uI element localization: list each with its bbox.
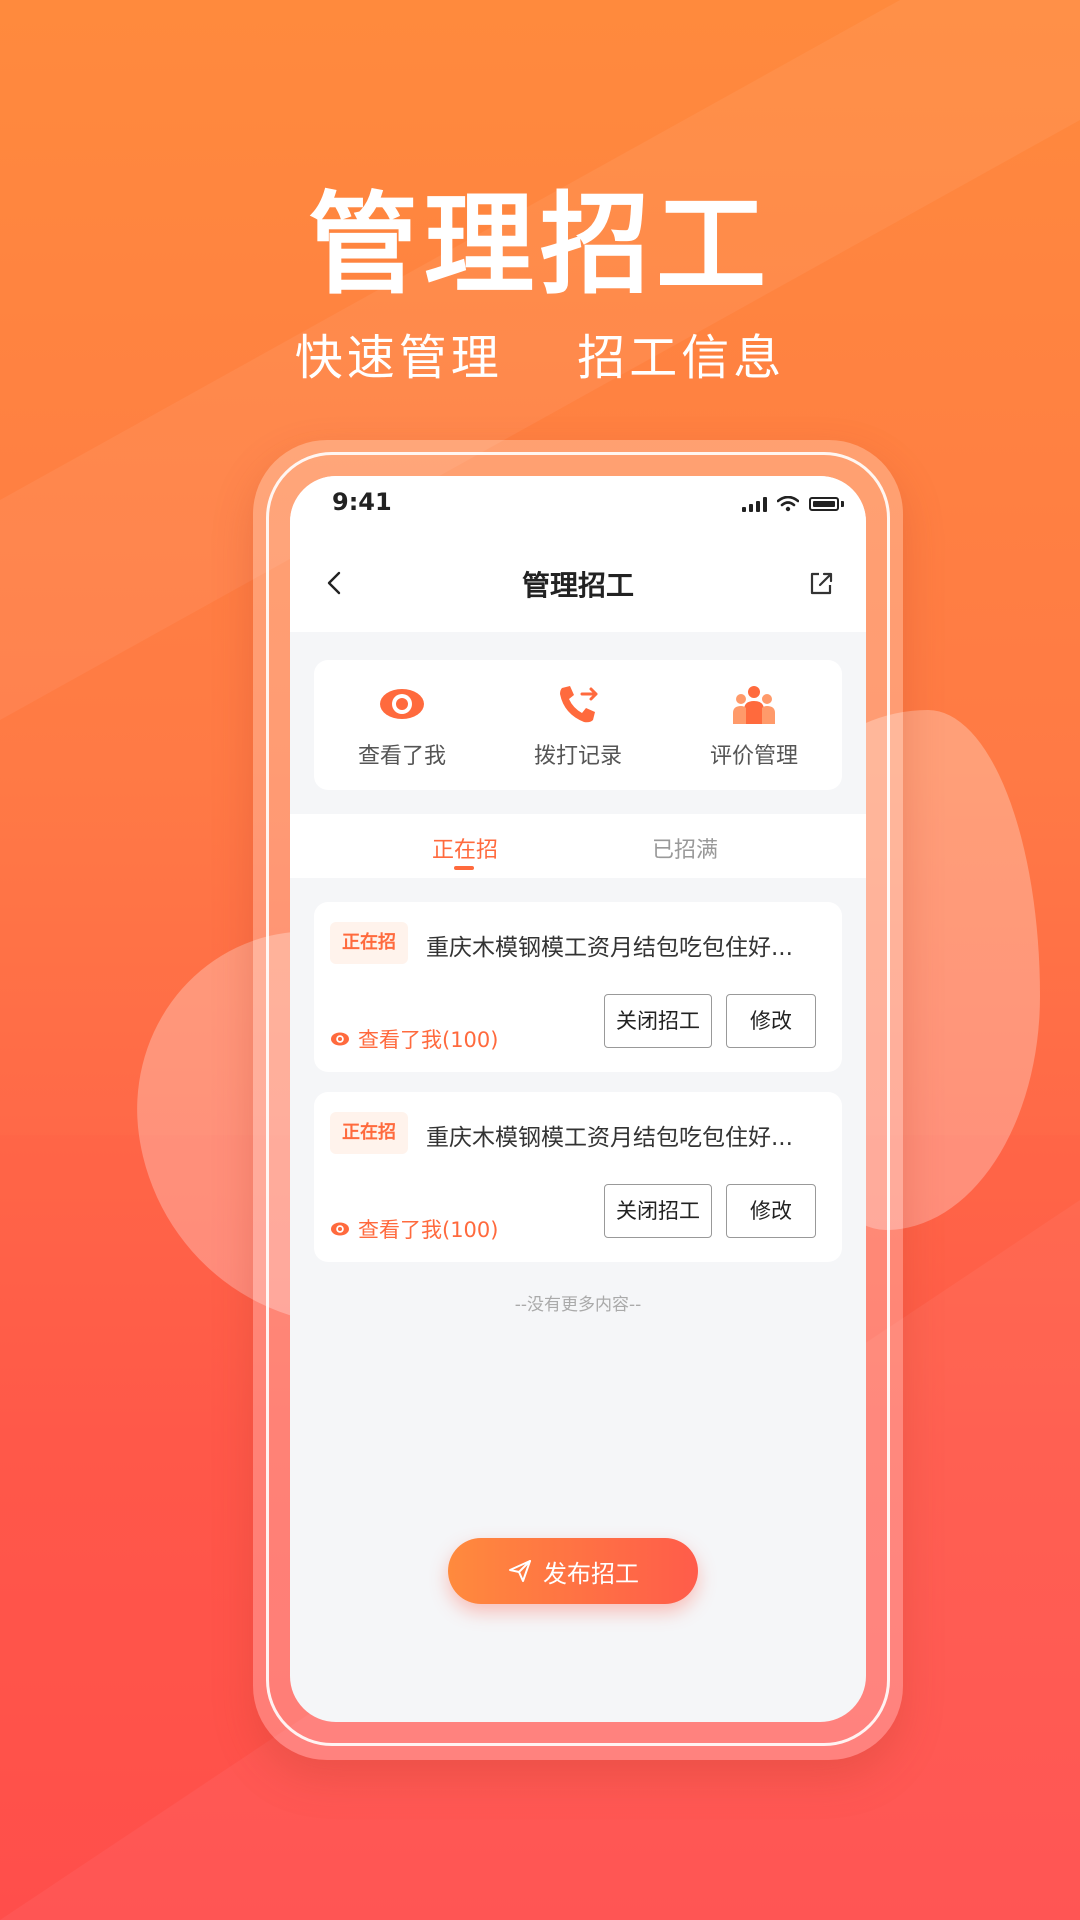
battery-cap bbox=[841, 501, 844, 507]
action-review-management[interactable]: 评价管理 bbox=[679, 680, 829, 770]
job-title[interactable]: 重庆木模钢模工资月结包吃包住好... bbox=[426, 1118, 826, 1152]
job-title[interactable]: 重庆木模钢模工资月结包吃包住好... bbox=[426, 928, 826, 962]
job-card[interactable]: 正在招 重庆木模钢模工资月结包吃包住好... 查看了我(100) 关闭招工 修改 bbox=[314, 902, 842, 1072]
views-label: 查看了我(100) bbox=[358, 1218, 499, 1242]
phone-call-icon bbox=[560, 686, 598, 723]
close-recruitment-button[interactable]: 关闭招工 bbox=[604, 1184, 712, 1238]
job-card[interactable]: 正在招 重庆木模钢模工资月结包吃包住好... 查看了我(100) 关闭招工 修改 bbox=[314, 1092, 842, 1262]
edit-button[interactable]: 修改 bbox=[726, 1184, 816, 1238]
close-recruitment-button[interactable]: 关闭招工 bbox=[604, 994, 712, 1048]
no-more-content: --没有更多内容-- bbox=[514, 1295, 642, 1315]
action-label: 拨打记录 bbox=[533, 744, 622, 769]
signal-icon bbox=[742, 496, 767, 512]
tab-bar: 正在招 已招满 bbox=[290, 814, 866, 878]
edit-button[interactable]: 修改 bbox=[726, 994, 816, 1048]
share-icon[interactable] bbox=[806, 568, 836, 598]
eye-icon bbox=[331, 1032, 349, 1046]
status-badge: 正在招 bbox=[330, 1112, 408, 1154]
top-bar: 9:41 管理招工 bbox=[290, 476, 866, 632]
views-label: 查看了我(100) bbox=[358, 1028, 499, 1052]
views-count[interactable]: 查看了我(100) bbox=[330, 1214, 498, 1244]
status-icons bbox=[742, 496, 844, 512]
status-badge: 正在招 bbox=[330, 922, 408, 964]
quick-actions: 查看了我 拨打记录 评价管理 bbox=[314, 660, 842, 790]
tab-recruiting[interactable]: 正在招 bbox=[432, 832, 498, 870]
views-count[interactable]: 查看了我(100) bbox=[330, 1024, 498, 1054]
tab-filled[interactable]: 已招满 bbox=[652, 832, 718, 864]
wifi-icon bbox=[777, 496, 799, 512]
hero-title: 管理招工 bbox=[308, 181, 772, 309]
page-title: 管理招工 bbox=[521, 569, 634, 602]
action-call-records[interactable]: 拨打记录 bbox=[503, 680, 653, 770]
eye-icon bbox=[380, 689, 424, 719]
people-icon bbox=[733, 686, 775, 724]
publish-recruitment-button[interactable]: 发布招工 bbox=[448, 1538, 698, 1604]
action-label: 评价管理 bbox=[709, 744, 798, 769]
action-label: 查看了我 bbox=[357, 744, 446, 769]
action-viewed-me[interactable]: 查看了我 bbox=[327, 680, 477, 770]
send-icon bbox=[509, 1560, 531, 1582]
battery-icon bbox=[809, 497, 839, 511]
hero-subtitle: 快速管理 招工信息 bbox=[294, 330, 786, 386]
eye-icon bbox=[331, 1222, 349, 1236]
publish-label: 发布招工 bbox=[543, 1559, 639, 1588]
status-time: 9:41 bbox=[332, 488, 392, 516]
phone-screen: 9:41 管理招工 查看了我 拨打记录 评价管理 正在招 已招满 正在招 重庆木… bbox=[290, 476, 866, 1722]
